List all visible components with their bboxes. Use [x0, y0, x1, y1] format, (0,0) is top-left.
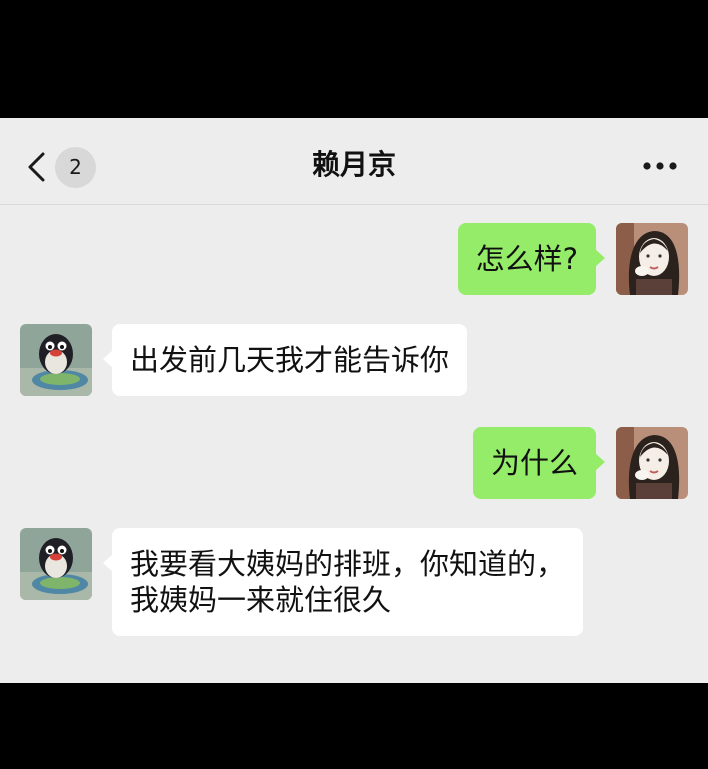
chat-header: 2 赖月京 [0, 118, 708, 205]
chat-screen: 2 赖月京 怎么样? 出发前几天我才能告诉你 为什么 我要看大姨妈的排班，你知道… [0, 118, 708, 683]
self-avatar[interactable] [616, 223, 688, 295]
more-dots-icon[interactable] [642, 161, 678, 171]
unread-count-badge[interactable]: 2 [55, 147, 96, 188]
message-bubble-incoming[interactable]: 出发前几天我才能告诉你 [102, 324, 468, 396]
chevron-left-icon[interactable] [26, 152, 48, 182]
message-text: 我姨妈一来就住很久 [130, 583, 392, 617]
message-bubble-outgoing[interactable]: 怎么样? [457, 223, 606, 295]
message-bubble-outgoing[interactable]: 为什么 [472, 427, 606, 499]
message-text: 我要看大姨妈的排班，你知道的， [130, 547, 566, 581]
message-text: 怎么样? [475, 242, 578, 276]
message-bubble-incoming[interactable]: 我要看大姨妈的排班，你知道的， 我姨妈一来就住很久 [102, 528, 584, 636]
contact-avatar[interactable] [20, 528, 92, 600]
chat-title: 赖月京 [311, 148, 396, 181]
contact-avatar[interactable] [20, 324, 92, 396]
message-text: 为什么 [490, 446, 578, 480]
self-avatar[interactable] [616, 427, 688, 499]
message-text: 出发前几天我才能告诉你 [130, 343, 450, 377]
